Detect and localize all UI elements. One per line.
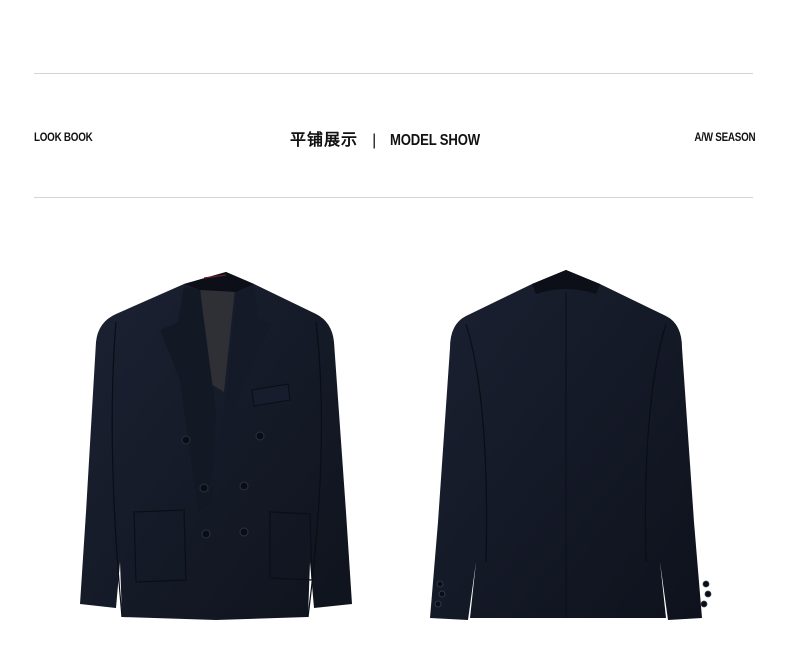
jacket-front-photo (76, 262, 362, 624)
section-header: LOOK BOOK 平铺展示 | MODEL SHOW A/W SEASON (0, 126, 790, 150)
title-chinese: 平铺展示 (290, 130, 359, 149)
section-title: 平铺展示 | MODEL SHOW (0, 126, 790, 150)
jacket-back-photo (420, 262, 712, 624)
top-divider (34, 73, 753, 74)
bottom-divider (34, 197, 753, 198)
title-english: MODEL SHOW (390, 132, 481, 149)
title-separator: | (372, 132, 377, 149)
season-label: A/W SEASON (694, 130, 755, 144)
